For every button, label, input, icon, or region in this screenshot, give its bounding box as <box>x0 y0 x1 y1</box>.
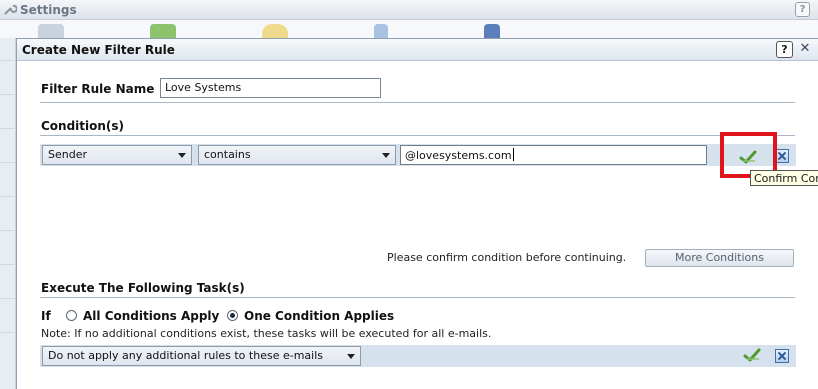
condition-operator-value: contains <box>204 148 251 161</box>
confirm-tooltip: Confirm Condition <box>750 170 818 186</box>
create-filter-rule-dialog: Create New Filter Rule ? ✕ Filter Rule N… <box>16 38 818 389</box>
files-tab-icon[interactable] <box>374 24 388 38</box>
mail-tab-icon[interactable] <box>38 24 64 38</box>
tasks-note: Note: If no additional conditions exist,… <box>41 327 492 340</box>
all-conditions-radio[interactable] <box>66 310 77 321</box>
filter-rule-name-input[interactable]: Love Systems <box>160 78 381 98</box>
divider <box>40 102 795 103</box>
condition-value-input[interactable]: @lovesystems.com <box>400 145 707 165</box>
condition-field-value: Sender <box>48 148 87 161</box>
dialog-title: Create New Filter Rule <box>22 43 175 57</box>
condition-value-text: @lovesystems.com <box>405 149 512 162</box>
cancel-task-button[interactable] <box>775 349 789 363</box>
social-tab-icon[interactable] <box>484 24 500 38</box>
settings-window-title: Settings <box>20 3 77 17</box>
condition-field-select[interactable]: Sender <box>42 145 192 165</box>
settings-help-button[interactable]: ? <box>795 2 810 17</box>
settings-window-titlebar: Settings ? <box>0 0 818 20</box>
one-condition-label: One Condition Applies <box>244 309 395 323</box>
chevron-down-icon <box>178 153 186 158</box>
filter-rule-name-value: Love Systems <box>165 81 242 94</box>
divider <box>40 135 795 136</box>
conditions-heading: Condition(s) <box>41 119 125 133</box>
tasks-heading: Execute The Following Task(s) <box>41 281 245 295</box>
wrench-icon <box>4 4 17 15</box>
task-action-value: Do not apply any additional rules to the… <box>48 349 323 362</box>
contacts-tab-icon[interactable] <box>150 24 176 38</box>
task-action-select[interactable]: Do not apply any additional rules to the… <box>42 346 361 366</box>
checkmark-icon[interactable] <box>743 347 761 363</box>
condition-operator-select[interactable]: contains <box>198 145 396 165</box>
if-label: If <box>41 309 51 323</box>
dialog-titlebar: Create New Filter Rule ? ✕ <box>17 39 818 61</box>
chevron-down-icon <box>347 354 355 359</box>
divider <box>40 297 795 298</box>
filter-rule-name-label: Filter Rule Name <box>41 82 155 96</box>
dialog-help-button[interactable]: ? <box>776 41 793 58</box>
calendar-tab-icon[interactable] <box>262 24 288 38</box>
more-conditions-button[interactable]: More Conditions <box>645 249 794 267</box>
cancel-condition-button[interactable] <box>775 149 789 163</box>
dialog-close-button[interactable]: ✕ <box>798 42 812 56</box>
chevron-down-icon <box>382 153 390 158</box>
one-condition-radio[interactable] <box>227 310 238 321</box>
settings-left-column <box>0 38 16 389</box>
text-caret <box>512 148 514 161</box>
all-conditions-label: All Conditions Apply <box>83 309 220 323</box>
confirm-status-message: Please confirm condition before continui… <box>387 251 627 264</box>
settings-toolbar <box>0 20 818 38</box>
